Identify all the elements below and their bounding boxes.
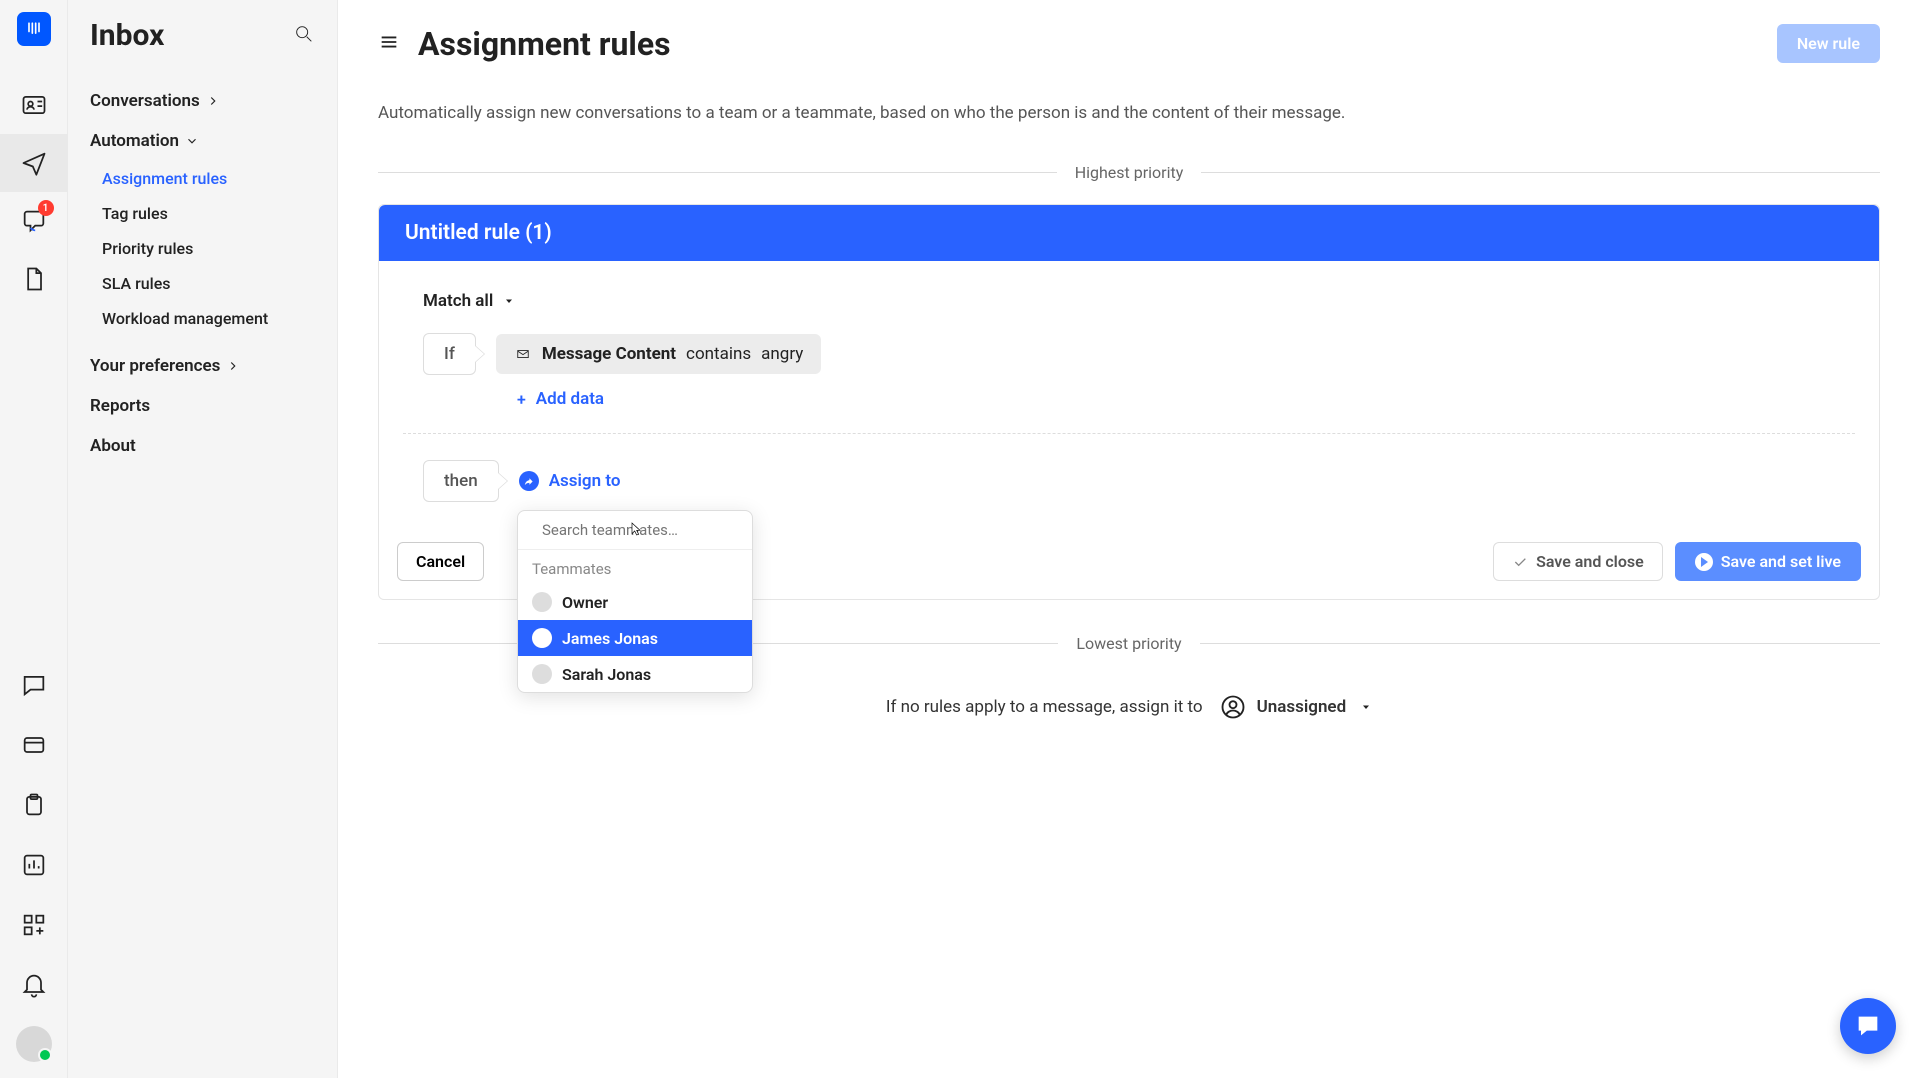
chevron-down-icon [185, 134, 199, 148]
assign-to-button[interactable]: Assign to [519, 471, 621, 491]
rail-bell-icon[interactable] [0, 956, 68, 1014]
rule-title[interactable]: Untitled rule (1) [379, 205, 1879, 261]
highest-priority-divider: Highest priority [378, 163, 1880, 182]
new-rule-button[interactable]: New rule [1777, 24, 1880, 63]
sidebar-title: Inbox [90, 18, 164, 53]
dropdown-search[interactable] [518, 511, 752, 550]
avatar-icon [532, 592, 552, 612]
rail-conversation-icon[interactable]: 1 [0, 192, 68, 250]
fallback-row: If no rules apply to a message, assign i… [378, 693, 1880, 721]
mail-icon [514, 347, 532, 361]
rail-apps-icon[interactable] [0, 896, 68, 954]
avatar-icon [532, 628, 552, 648]
forward-icon [519, 471, 539, 491]
check-icon [1512, 554, 1528, 570]
sidebar-conversations[interactable]: Conversations [90, 81, 315, 121]
search-teammates-input[interactable] [542, 521, 741, 539]
add-data-button[interactable]: + Add data [517, 389, 1835, 409]
save-close-button[interactable]: Save and close [1493, 542, 1663, 581]
sidebar-about[interactable]: About [90, 426, 315, 466]
dropdown-item-sarah[interactable]: Sarah Jonas [518, 656, 752, 692]
fallback-assignee-selector[interactable]: Unassigned [1219, 693, 1373, 721]
rail-clipboard-icon[interactable] [0, 776, 68, 834]
page-title: Assignment rules [418, 25, 671, 63]
sidebar-sub-assignment-rules[interactable]: Assignment rules [90, 161, 315, 196]
dropdown-item-james[interactable]: James Jonas [518, 620, 752, 656]
rail-library-icon[interactable] [0, 716, 68, 774]
rail-contacts-icon[interactable] [0, 76, 68, 134]
caret-down-icon [1360, 701, 1372, 713]
hamburger-icon[interactable] [378, 31, 400, 57]
chevron-right-icon [206, 94, 220, 108]
dropdown-heading: Teammates [518, 550, 752, 584]
user-avatar[interactable] [16, 1026, 52, 1062]
rule-card: Untitled rule (1) Match all If Message C… [378, 204, 1880, 600]
avatar-icon [532, 664, 552, 684]
play-icon [1695, 553, 1713, 571]
caret-down-icon [503, 295, 515, 307]
cancel-button[interactable]: Cancel [397, 542, 484, 581]
sidebar: Inbox Conversations Automation Assignmen… [68, 0, 338, 1078]
then-label: then [423, 460, 499, 502]
if-label: If [423, 333, 476, 375]
rail-send-icon[interactable] [0, 134, 68, 192]
save-live-button[interactable]: Save and set live [1675, 542, 1861, 581]
plus-icon: + [517, 390, 526, 409]
teammate-dropdown: Teammates Owner James Jonas Sarah Jonas [517, 510, 753, 693]
app-logo[interactable] [17, 12, 51, 46]
chevron-right-icon [226, 359, 240, 373]
sidebar-sub-sla-rules[interactable]: SLA rules [90, 266, 315, 301]
icon-rail: 1 [0, 0, 68, 1078]
match-selector[interactable]: Match all [423, 291, 1835, 311]
messenger-icon [1854, 1012, 1882, 1040]
page-description: Automatically assign new conversations t… [378, 103, 1880, 123]
sidebar-preferences[interactable]: Your preferences [90, 346, 315, 386]
sidebar-sub-priority-rules[interactable]: Priority rules [90, 231, 315, 266]
condition-chip[interactable]: Message Content contains angry [496, 334, 821, 374]
sidebar-reports[interactable]: Reports [90, 386, 315, 426]
rail-document-icon[interactable] [0, 250, 68, 308]
rail-chat-icon[interactable] [0, 656, 68, 714]
search-icon[interactable] [293, 23, 315, 49]
rail-badge: 1 [38, 200, 54, 216]
main-content: Assignment rules New rule Automatically … [338, 0, 1920, 1078]
messenger-fab[interactable] [1840, 998, 1896, 1054]
sidebar-sub-tag-rules[interactable]: Tag rules [90, 196, 315, 231]
dropdown-item-owner[interactable]: Owner [518, 584, 752, 620]
person-icon [1219, 693, 1247, 721]
sidebar-automation[interactable]: Automation [90, 121, 315, 161]
sidebar-sub-workload[interactable]: Workload management [90, 301, 315, 336]
rail-chart-icon[interactable] [0, 836, 68, 894]
